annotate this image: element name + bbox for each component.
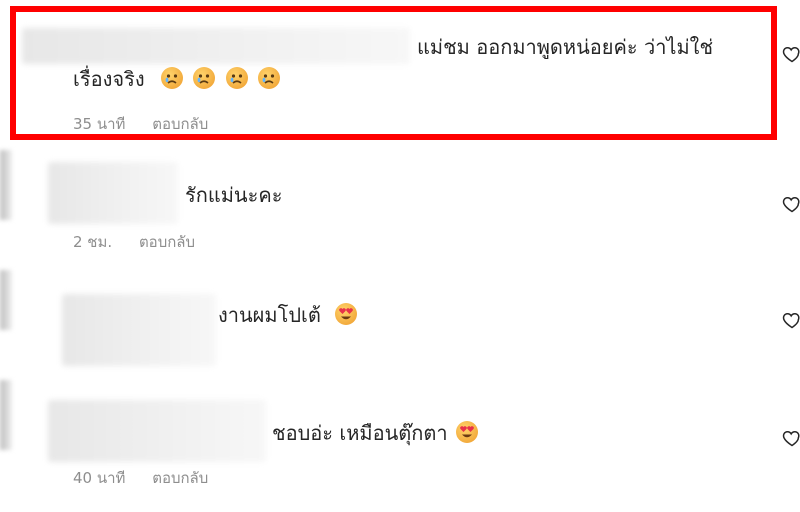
comment-item: รักแม่นะคะ 2 ชม. ตอบกลับ xyxy=(0,150,800,260)
comment-text: รักแม่นะคะ xyxy=(185,183,283,207)
comment-text-row: ชอบอ่ะ เหมือนตุ๊กตา xyxy=(272,418,480,448)
comment-time: 40 นาที xyxy=(73,469,126,487)
comment-item: ชอบอ่ะ เหมือนตุ๊กตา 40 นาที ตอบกลับ xyxy=(0,390,800,512)
comment-item: งานผมโปเต้ xyxy=(0,280,800,390)
comment-meta: 2 ชม. ตอบกลับ xyxy=(73,230,195,254)
blurred-username xyxy=(62,294,216,366)
comment-text: งานผมโปเต้ xyxy=(218,303,321,327)
highlight-frame xyxy=(10,6,777,140)
reply-button[interactable]: ตอบกลับ xyxy=(152,469,208,487)
comment-text-row: งานผมโปเต้ xyxy=(218,300,359,330)
blurred-username xyxy=(48,162,178,224)
heart-eyes-face-icon xyxy=(335,303,358,325)
like-heart-icon[interactable] xyxy=(782,428,800,448)
like-heart-icon[interactable] xyxy=(782,44,800,64)
blurred-username xyxy=(48,400,266,462)
comment-meta: 40 นาที ตอบกลับ xyxy=(73,466,208,490)
comment-time: 2 ชม. xyxy=(73,233,113,251)
like-heart-icon[interactable] xyxy=(782,310,800,330)
like-heart-icon[interactable] xyxy=(782,194,800,214)
reply-button[interactable]: ตอบกลับ xyxy=(139,233,195,251)
comment-text: ชอบอ่ะ เหมือนตุ๊กตา xyxy=(272,421,448,445)
heart-eyes-face-icon xyxy=(455,421,478,443)
